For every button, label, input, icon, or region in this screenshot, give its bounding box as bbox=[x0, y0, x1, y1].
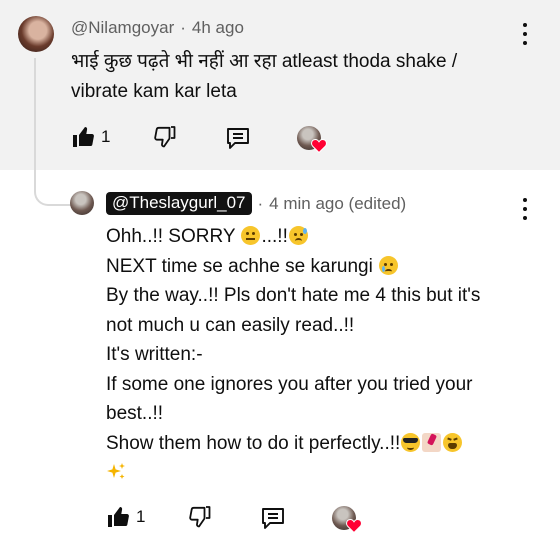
reply-line: Show them how to do it perfectly..!! bbox=[106, 429, 480, 459]
nail-polish-emoji bbox=[422, 432, 442, 452]
reply-comment-icon bbox=[227, 128, 249, 149]
reply-line: If some one ignores you after you tried … bbox=[106, 373, 473, 395]
reply-timestamp[interactable]: 4 min ago (edited) bbox=[269, 194, 406, 214]
parent-comment-line: भाई कुछ पढ़ते भी नहीं आ रहा atleast thod… bbox=[71, 51, 458, 72]
parent-comment-header: @Nilamgoyar · 4h ago bbox=[71, 18, 244, 38]
reply-line bbox=[106, 458, 480, 488]
tired-face-emoji bbox=[443, 432, 463, 452]
parent-reply-button[interactable] bbox=[225, 125, 251, 151]
reply-creator-heart bbox=[332, 506, 362, 534]
parent-dislike-button[interactable] bbox=[153, 125, 177, 149]
reply-line-text: Show them how to do it perfectly..!! bbox=[106, 432, 401, 454]
reply-line: not much u can easily read..!! bbox=[106, 314, 355, 336]
reply-line: NEXT time se achhe se karungi bbox=[106, 252, 480, 282]
thumbs-up-icon bbox=[108, 507, 129, 527]
thumbs-up-icon bbox=[73, 127, 94, 147]
separator-dot: · bbox=[180, 18, 186, 37]
parent-creator-heart bbox=[297, 126, 327, 154]
neutral-face-emoji bbox=[241, 226, 261, 245]
reply-like-count: 1 bbox=[136, 507, 146, 526]
reply-line: Ohh..!! SORRY ...!! bbox=[106, 222, 480, 252]
reply-reply-button[interactable] bbox=[260, 505, 286, 531]
thumbs-down-icon bbox=[154, 126, 176, 148]
parent-timestamp[interactable]: 4h ago bbox=[192, 18, 244, 38]
more-dot bbox=[523, 207, 527, 211]
reply-line-text: ...!! bbox=[261, 226, 288, 247]
reply-more-button[interactable] bbox=[519, 198, 531, 220]
reply-like-button[interactable]: 1 bbox=[106, 505, 145, 529]
more-dot bbox=[523, 41, 527, 45]
parent-action-row: 1 bbox=[71, 125, 361, 155]
parent-comment-text: भाई कुछ पढ़ते भी नहीं आ रहा atleast thod… bbox=[71, 47, 457, 106]
reply-author-avatar[interactable] bbox=[70, 191, 94, 215]
creator-heart-icon bbox=[346, 519, 362, 533]
more-dot bbox=[523, 216, 527, 220]
reply-line: By the way..!! Pls don't hate me 4 this … bbox=[106, 285, 481, 306]
reply-line: best..!! bbox=[106, 403, 164, 424]
reply-action-row: 1 bbox=[106, 505, 396, 535]
more-vertical-icon bbox=[523, 23, 527, 27]
sunglasses-face-emoji bbox=[401, 432, 421, 452]
reply-dislike-button[interactable] bbox=[188, 505, 212, 529]
reply-author-badge[interactable]: @Theslaygurl_07 bbox=[106, 192, 252, 215]
reply-header: @Theslaygurl_07 · 4 min ago (edited) bbox=[106, 192, 406, 215]
reply-comment-icon bbox=[262, 508, 284, 529]
parent-author-name[interactable]: @Nilamgoyar bbox=[71, 18, 174, 38]
crying-face-emoji bbox=[379, 255, 399, 275]
more-dot bbox=[523, 32, 527, 36]
parent-author-avatar[interactable] bbox=[18, 16, 54, 52]
thumbs-down-icon bbox=[189, 506, 211, 528]
reply-line-text: NEXT time se achhe se karungi bbox=[106, 255, 379, 277]
separator-dot: · bbox=[257, 193, 264, 213]
parent-like-count: 1 bbox=[101, 127, 111, 146]
sad-relieved-face-emoji bbox=[288, 226, 308, 245]
parent-more-button[interactable] bbox=[519, 23, 531, 45]
more-vertical-icon bbox=[523, 198, 527, 202]
thread-connector-line bbox=[34, 58, 74, 206]
reply-line: It's written:- bbox=[106, 344, 203, 365]
reply-text: Ohh..!! SORRY ...!! NEXT time se achhe s… bbox=[106, 222, 480, 488]
parent-comment-line: vibrate kam kar leta bbox=[71, 80, 237, 102]
parent-like-button[interactable]: 1 bbox=[71, 125, 110, 149]
reply-line-text: Ohh..!! SORRY bbox=[106, 226, 241, 247]
sparkles-emoji bbox=[107, 461, 126, 480]
creator-heart-icon bbox=[311, 139, 327, 153]
